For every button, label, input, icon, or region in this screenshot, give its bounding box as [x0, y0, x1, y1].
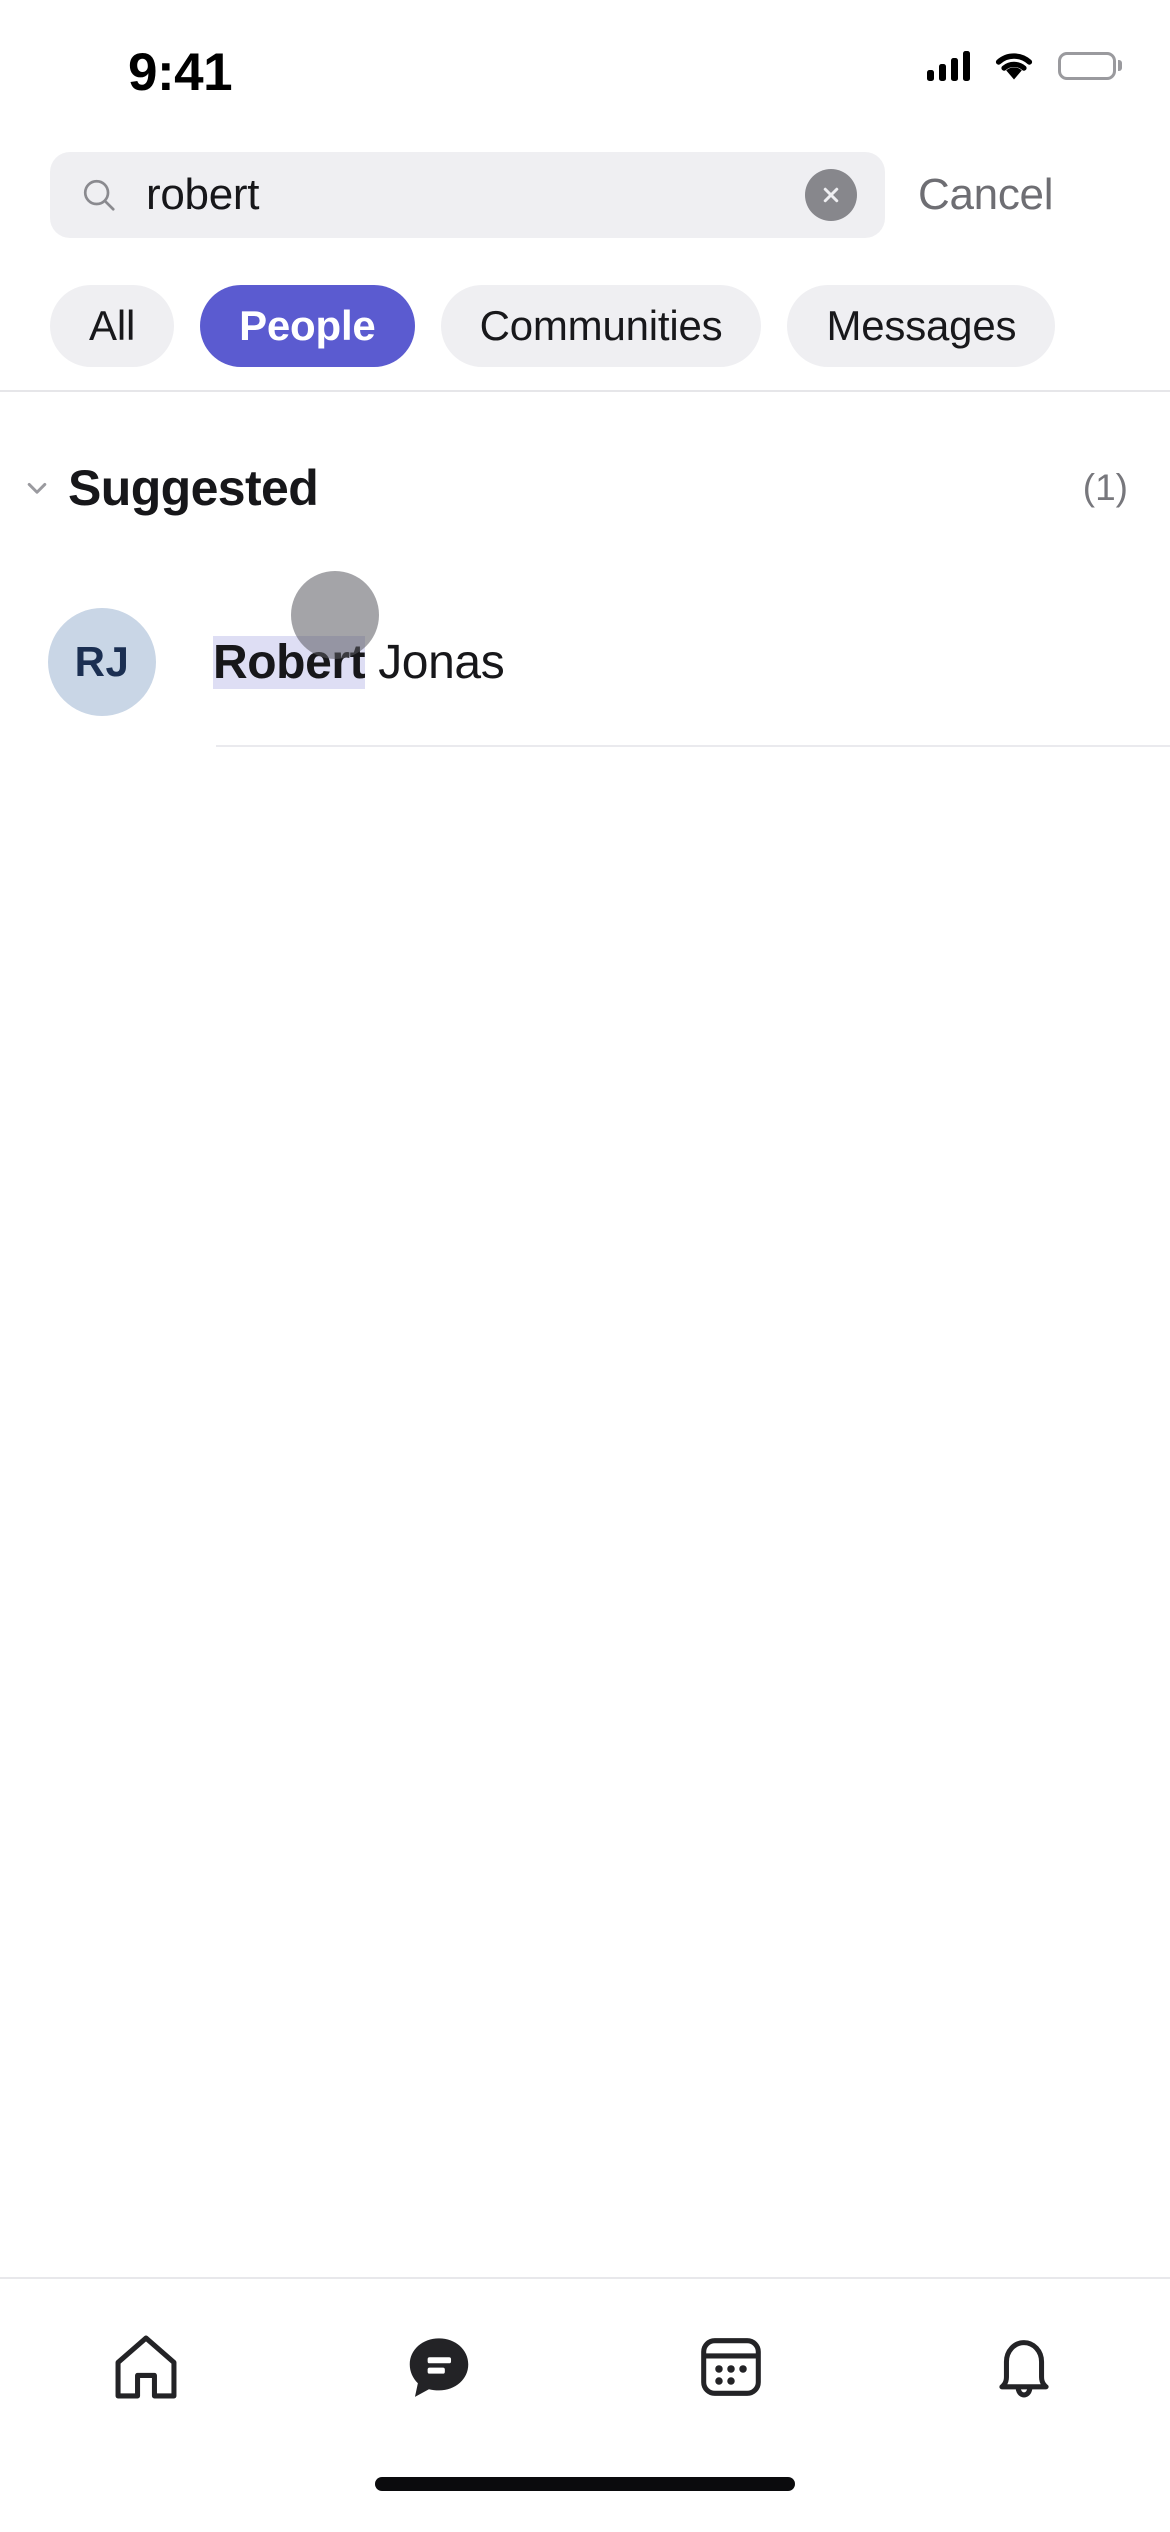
result-name: Robert Jonas [213, 635, 505, 690]
search-icon [83, 179, 115, 211]
filter-chip-people[interactable]: People [200, 285, 415, 367]
chat-bubble-icon [409, 2337, 468, 2397]
search-result-row[interactable]: RJ Robert Jonas [0, 578, 1170, 746]
battery-full-icon [1058, 51, 1122, 80]
filter-chip-all[interactable]: All [50, 285, 175, 367]
wifi-icon [995, 53, 1033, 80]
close-icon [823, 187, 839, 203]
row-divider [216, 745, 1170, 747]
calendar-icon [701, 2337, 762, 2396]
status-bar-time: 9:41 [128, 43, 233, 102]
chevron-down-icon[interactable] [20, 471, 54, 505]
tab-calendar[interactable] [585, 2279, 878, 2454]
filter-chip-messages[interactable]: Messages [787, 285, 1056, 367]
suggested-title: Suggested [68, 460, 319, 516]
result-name-rest: Jonas [365, 635, 505, 689]
clear-circle-icon[interactable] [805, 169, 857, 221]
cancel-button[interactable]: Cancel [918, 170, 1053, 220]
chips-divider [0, 390, 1170, 392]
home-icon [115, 2335, 177, 2398]
suggested-section-header[interactable]: Suggested (1) [0, 452, 1170, 524]
tab-home[interactable] [0, 2279, 293, 2454]
signal-bars-icon [927, 50, 970, 81]
search-bar: Cancel [0, 144, 1170, 246]
bottom-tab-bar [0, 2279, 1170, 2454]
filter-chip-communities[interactable]: Communities [440, 285, 762, 367]
result-name-match: Robert [213, 635, 366, 689]
status-bar: 9:41 [0, 0, 1170, 130]
suggested-count: (1) [1082, 467, 1128, 508]
phone-screen: 9:41 robert Cancel All People Communitie… [0, 0, 1170, 2532]
tab-messages[interactable] [293, 2279, 586, 2454]
filter-chips: All People Communities Messages [0, 276, 1170, 376]
search-field[interactable] [50, 152, 885, 238]
avatar: RJ [48, 608, 156, 716]
home-indicator-bar [375, 2477, 795, 2491]
bell-icon [999, 2339, 1049, 2397]
tab-notifications[interactable] [878, 2279, 1170, 2454]
search-input[interactable] [146, 170, 805, 220]
status-bar-icons [927, 50, 1122, 81]
